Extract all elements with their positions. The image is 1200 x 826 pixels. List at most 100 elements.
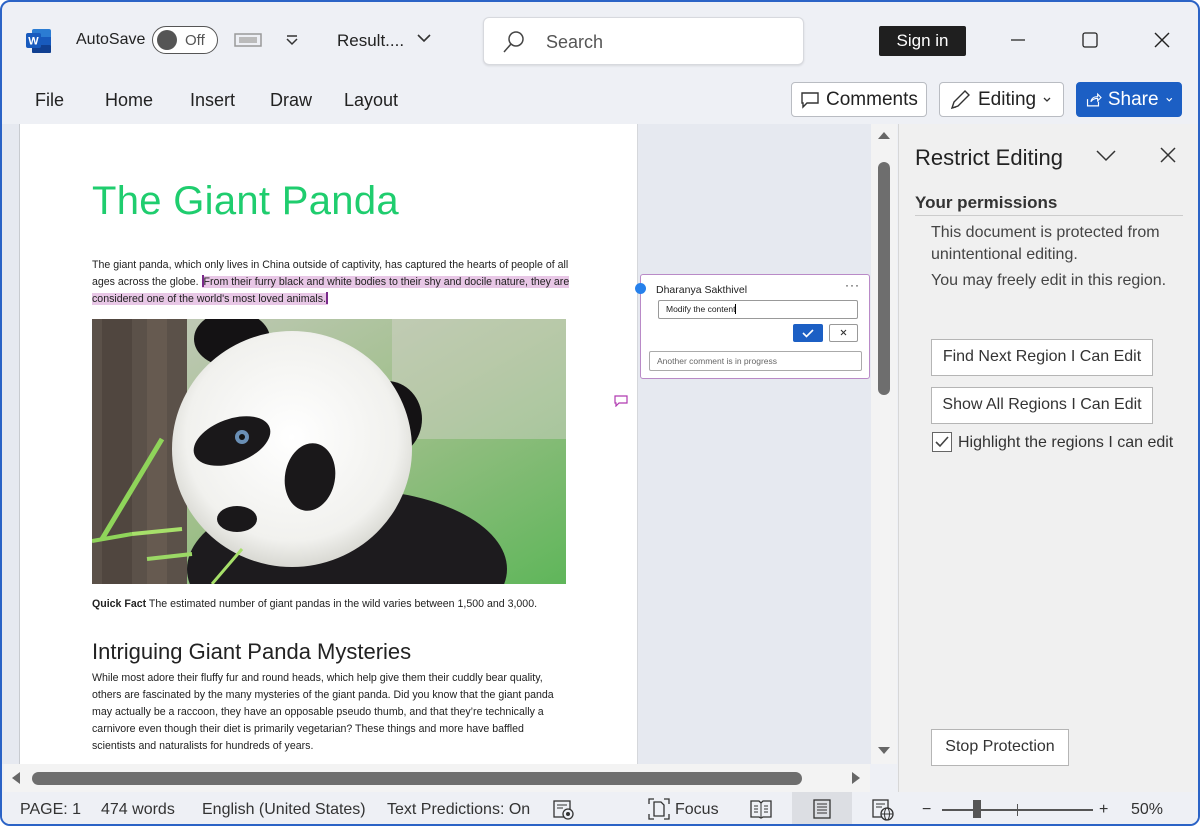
close-pane-icon[interactable]	[1158, 145, 1178, 165]
tab-insert[interactable]: Insert	[190, 90, 235, 111]
vertical-scroll-thumb[interactable]	[878, 162, 890, 395]
share-button[interactable]: Share	[1076, 82, 1182, 117]
word-window: W AutoSave Off Result.... Search Sign in	[0, 0, 1200, 826]
share-label: Share	[1107, 88, 1159, 110]
toggle-knob	[157, 30, 177, 50]
zoom-out-button[interactable]: −	[922, 801, 931, 819]
section-heading[interactable]: Intriguing Giant Panda Mysteries	[92, 639, 411, 665]
document-title[interactable]: The Giant Panda	[92, 179, 399, 224]
restrict-editing-pane: Restrict Editing Your permissions This d…	[898, 124, 1198, 792]
print-layout-button[interactable]	[792, 792, 852, 824]
web-layout-icon[interactable]	[872, 799, 894, 821]
sign-in-button[interactable]: Sign in	[879, 26, 966, 56]
tab-draw[interactable]: Draw	[270, 90, 312, 111]
tab-file[interactable]: File	[35, 90, 64, 111]
comments-button[interactable]: Comments	[791, 82, 927, 117]
chevron-down-icon[interactable]	[414, 28, 434, 48]
text-predictions-status[interactable]: Text Predictions: On	[387, 801, 530, 819]
stop-protection-button[interactable]: Stop Protection	[931, 729, 1069, 766]
tab-layout[interactable]: Layout	[344, 90, 398, 111]
horizontal-scroll-thumb[interactable]	[32, 772, 802, 785]
close-icon	[840, 329, 847, 336]
zoom-level[interactable]: 50%	[1131, 801, 1163, 819]
caption-label: Quick Fact	[92, 598, 147, 610]
mysteries-paragraph[interactable]: While most adore their fluffy fur and ro…	[92, 670, 570, 755]
scroll-right-icon[interactable]	[850, 771, 862, 785]
comment-input-value: Modify the content	[666, 304, 736, 314]
intro-paragraph[interactable]: The giant panda, which only lives in Chi…	[92, 257, 572, 308]
cancel-comment-button[interactable]	[829, 324, 858, 342]
autosave-toggle[interactable]: Off	[152, 26, 218, 54]
read-mode-icon[interactable]	[750, 799, 772, 819]
permissions-heading: Your permissions	[915, 193, 1183, 216]
edit-region-notice: You may freely edit in this region.	[931, 272, 1167, 289]
word-logo-icon[interactable]: W	[26, 28, 52, 54]
checkmark-icon	[935, 436, 949, 448]
editing-mode-button[interactable]: Editing	[939, 82, 1064, 117]
focus-icon[interactable]	[648, 798, 670, 820]
zoom-in-button[interactable]: +	[1099, 801, 1108, 819]
minimize-icon[interactable]	[1002, 24, 1034, 56]
autosave-label: AutoSave	[76, 31, 146, 48]
document-name[interactable]: Result....	[337, 31, 404, 51]
reply-input[interactable]: Another comment is in progress	[649, 351, 862, 371]
highlight-regions-checkbox[interactable]	[932, 432, 952, 452]
touch-mode-icon[interactable]	[234, 32, 262, 48]
comment-indicator-icon[interactable]	[614, 395, 628, 407]
close-icon[interactable]	[1146, 24, 1178, 56]
print-layout-icon	[813, 799, 831, 819]
maximize-icon[interactable]	[1074, 24, 1106, 56]
document-page[interactable]: The Giant Panda The giant panda, which o…	[20, 124, 638, 764]
show-all-regions-button[interactable]: Show All Regions I Can Edit	[931, 387, 1153, 424]
search-icon	[503, 31, 524, 53]
text-caret	[735, 304, 737, 314]
comment-author: Dharanya Sakthivel	[656, 284, 748, 296]
comments-label: Comments	[826, 88, 918, 110]
vertical-scrollbar[interactable]	[871, 124, 897, 764]
left-margin	[2, 124, 20, 764]
highlight-regions-label[interactable]: Highlight the regions I can edit	[958, 434, 1173, 452]
checkmark-icon	[802, 329, 814, 338]
svg-text:W: W	[28, 36, 39, 48]
protection-notice: This document is protected from unintent…	[931, 224, 1160, 263]
zoom-slider-thumb[interactable]	[973, 800, 981, 818]
page-indicator[interactable]: PAGE: 1	[20, 801, 81, 819]
status-bar: PAGE: 1 474 words English (United States…	[2, 792, 1198, 824]
chevron-down-icon	[1043, 97, 1051, 102]
share-icon	[1086, 92, 1102, 106]
accessibility-checker-icon[interactable]	[553, 800, 575, 820]
find-next-region-button[interactable]: Find Next Region I Can Edit	[931, 339, 1153, 376]
region-end-marker	[326, 292, 329, 304]
comment-icon	[801, 91, 819, 109]
focus-label[interactable]: Focus	[675, 801, 719, 819]
search-placeholder: Search	[546, 32, 604, 52]
comment-card[interactable]: Dharanya Sakthivel ··· Modify the conten…	[635, 274, 870, 379]
panda-photo[interactable]	[92, 319, 566, 584]
caption-text: The estimated number of giant pandas in …	[146, 598, 538, 610]
language-indicator[interactable]: English (United States)	[202, 801, 366, 819]
panda-image	[92, 319, 566, 584]
scroll-left-icon[interactable]	[10, 771, 22, 785]
pencil-icon	[950, 89, 970, 109]
zoom-slider-center-tick	[1017, 804, 1018, 816]
scroll-up-icon[interactable]	[877, 130, 891, 140]
post-comment-button[interactable]	[793, 324, 823, 342]
image-caption[interactable]: Quick Fact The estimated number of giant…	[92, 598, 537, 610]
author-avatar	[635, 283, 646, 294]
markup-area	[639, 124, 871, 764]
comment-input[interactable]: Modify the content	[658, 300, 858, 319]
horizontal-scrollbar[interactable]	[4, 764, 870, 792]
pane-options-chevron-icon[interactable]	[1095, 146, 1117, 164]
more-options-button[interactable]: ···	[845, 278, 860, 292]
pane-title: Restrict Editing	[915, 145, 1063, 170]
document-canvas: The Giant Panda The giant panda, which o…	[2, 124, 897, 764]
editing-label: Editing	[978, 88, 1037, 110]
customize-toolbar-icon[interactable]	[285, 34, 299, 46]
word-count[interactable]: 474 words	[101, 801, 175, 819]
title-bar: W AutoSave Off Result.... Search Sign in	[2, 2, 1198, 80]
autosave-state: Off	[185, 32, 205, 49]
tab-home[interactable]: Home	[105, 90, 153, 111]
search-box[interactable]: Search	[483, 17, 804, 65]
chevron-down-icon	[1165, 97, 1172, 102]
scroll-down-icon[interactable]	[877, 746, 891, 756]
